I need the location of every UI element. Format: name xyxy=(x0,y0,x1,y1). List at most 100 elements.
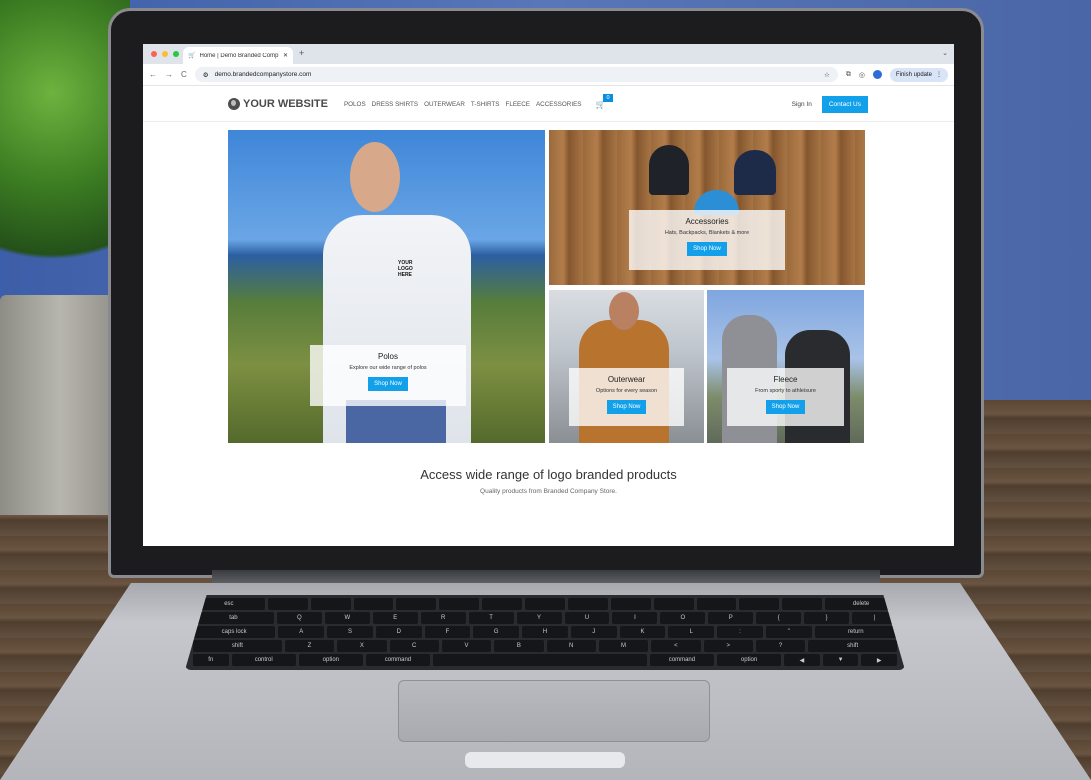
keyboard-key[interactable]: N xyxy=(546,640,596,652)
keyboard-key[interactable]: return xyxy=(814,626,897,638)
keyboard-key[interactable]: caps lock xyxy=(193,626,276,638)
keyboard-key[interactable]: R xyxy=(420,612,466,624)
keyboard-key[interactable]: : xyxy=(717,626,763,638)
keyboard-key[interactable]: option xyxy=(716,654,782,666)
menu-item-dress-shirts[interactable]: DRESS SHIRTS xyxy=(372,101,418,108)
keyboard-key[interactable]: U xyxy=(564,612,610,624)
keyboard-key[interactable] xyxy=(610,598,651,610)
profile-avatar[interactable] xyxy=(872,70,882,79)
address-bar[interactable]: ⚙ demo.brandedcompanystore.com ☆ xyxy=(194,67,838,82)
keyboard-key[interactable] xyxy=(439,598,480,610)
keyboard-key[interactable]: G xyxy=(473,626,520,638)
keyboard-key[interactable]: < xyxy=(651,640,701,652)
tab-search-button[interactable]: ⌄ xyxy=(942,49,948,57)
finish-update-button[interactable]: Finish update ⋮ xyxy=(889,67,948,82)
tile-accessories[interactable]: Accessories Hats, Backpacks, Blankets & … xyxy=(549,130,865,285)
keyboard-key[interactable]: command xyxy=(365,654,431,666)
keyboard-key[interactable]: D xyxy=(375,626,422,638)
new-tab-button[interactable]: + xyxy=(299,48,304,58)
polos-shop-now-button[interactable]: Shop Now xyxy=(368,377,408,391)
maximize-window-button[interactable] xyxy=(173,51,179,57)
keyboard-key[interactable] xyxy=(353,598,394,610)
keyboard-key[interactable]: C xyxy=(389,640,439,652)
keyboard-key[interactable] xyxy=(433,654,647,666)
extensions-icon[interactable]: ⧉ xyxy=(846,71,851,79)
keyboard-key[interactable]: X xyxy=(337,640,387,652)
keyboard-key[interactable]: " xyxy=(765,626,812,638)
site-info-icon[interactable]: ⚙ xyxy=(203,71,209,79)
keyboard-key[interactable]: B xyxy=(494,640,544,652)
keyboard: esc delete tab Q W E R T Y U I O P{} | caps lock A S D F… xyxy=(185,595,905,670)
keyboard-key[interactable] xyxy=(739,598,780,610)
bookmark-star-icon[interactable]: ☆ xyxy=(824,71,830,79)
keyboard-key[interactable] xyxy=(482,598,523,610)
cart-button[interactable]: 🛒 0 xyxy=(595,93,613,109)
keyboard-key[interactable]: L xyxy=(668,626,715,638)
tile-polos[interactable]: YOUR LOGO HERE Polos Explore our wide ra… xyxy=(228,130,545,443)
keyboard-key[interactable]: T xyxy=(468,612,514,624)
keyboard-key[interactable]: P xyxy=(708,612,754,624)
accessories-shop-now-button[interactable]: Shop Now xyxy=(687,242,727,256)
keyboard-key[interactable] xyxy=(653,598,694,610)
keyboard-key[interactable]: ◀ xyxy=(784,654,820,666)
keyboard-key[interactable]: J xyxy=(570,626,617,638)
keyboard-key[interactable]: shift xyxy=(808,640,898,652)
back-button[interactable]: ← xyxy=(149,70,157,79)
browser-tab-active[interactable]: 🛒 Home | Demo Branded Comp ✕ xyxy=(183,47,293,64)
keyboard-key[interactable]: Z xyxy=(284,640,335,652)
outerwear-subtitle: Options for every season xyxy=(595,388,658,394)
forward-button[interactable]: → xyxy=(165,70,173,79)
keyboard-key[interactable]: O xyxy=(660,612,706,624)
keyboard-key[interactable]: A xyxy=(278,626,325,638)
keyboard-key[interactable]: E xyxy=(372,612,418,624)
menu-item-t-shirts[interactable]: T-SHIRTS xyxy=(471,101,500,108)
keyboard-key[interactable] xyxy=(310,598,351,610)
keyboard-key[interactable]: Y xyxy=(516,612,562,624)
keyboard-key[interactable]: K xyxy=(619,626,666,638)
keyboard-key[interactable]: ? xyxy=(755,640,806,652)
keyboard-key[interactable]: tab xyxy=(193,612,274,624)
keyboard-key[interactable]: F xyxy=(424,626,471,638)
close-window-button[interactable] xyxy=(151,51,157,57)
keyboard-key[interactable]: S xyxy=(327,626,373,638)
keyboard-key[interactable] xyxy=(267,598,308,610)
globe-icon xyxy=(228,98,240,110)
media-icon[interactable]: ◎ xyxy=(859,71,865,79)
keyboard-key[interactable]: M xyxy=(598,640,649,652)
menu-item-polos[interactable]: POLOS xyxy=(344,101,366,108)
keyboard-key[interactable]: { xyxy=(756,612,802,624)
keyboard-key[interactable]: fn xyxy=(193,654,229,666)
menu-item-fleece[interactable]: FLEECE xyxy=(505,101,530,108)
keyboard-key[interactable]: H xyxy=(522,626,568,638)
tile-outerwear[interactable]: Outerwear Options for every season Shop … xyxy=(549,290,704,443)
keyboard-key[interactable]: > xyxy=(703,640,753,652)
keyboard-key[interactable]: I xyxy=(612,612,658,624)
keyboard-key[interactable]: } xyxy=(804,612,850,624)
keyboard-key[interactable] xyxy=(696,598,737,610)
keyboard-key[interactable]: ▼ xyxy=(822,654,859,666)
keyboard-key[interactable] xyxy=(567,598,608,610)
contact-us-button[interactable]: Contact Us xyxy=(821,95,868,113)
keyboard-key[interactable]: Q xyxy=(276,612,322,624)
close-tab-icon[interactable]: ✕ xyxy=(283,52,288,59)
keyboard-key[interactable]: shift xyxy=(193,640,282,652)
sign-in-link[interactable]: Sign In xyxy=(792,101,812,108)
site-logo[interactable]: YOUR WEBSITE xyxy=(228,98,328,110)
outerwear-shop-now-button[interactable]: Shop Now xyxy=(606,400,647,414)
trackpad[interactable] xyxy=(398,680,710,742)
minimize-window-button[interactable] xyxy=(162,51,168,57)
keyboard-key[interactable]: control xyxy=(231,654,296,666)
keyboard-key[interactable]: ▶ xyxy=(861,654,897,666)
keyboard-key[interactable]: V xyxy=(441,640,492,652)
keyboard-key[interactable]: command xyxy=(649,654,714,666)
keyboard-key[interactable] xyxy=(525,598,565,610)
keyboard-key[interactable] xyxy=(782,598,823,610)
fleece-shop-now-button[interactable]: Shop Now xyxy=(765,400,806,414)
menu-item-outerwear[interactable]: OUTERWEAR xyxy=(424,101,465,108)
menu-item-accessories[interactable]: ACCESSORIES xyxy=(536,101,582,108)
reload-button[interactable]: C xyxy=(181,70,187,79)
keyboard-key[interactable]: option xyxy=(298,654,363,666)
keyboard-key[interactable] xyxy=(396,598,437,610)
keyboard-key[interactable]: W xyxy=(324,612,370,624)
tile-fleece[interactable]: Fleece From sporty to athleisure Shop No… xyxy=(707,290,864,443)
